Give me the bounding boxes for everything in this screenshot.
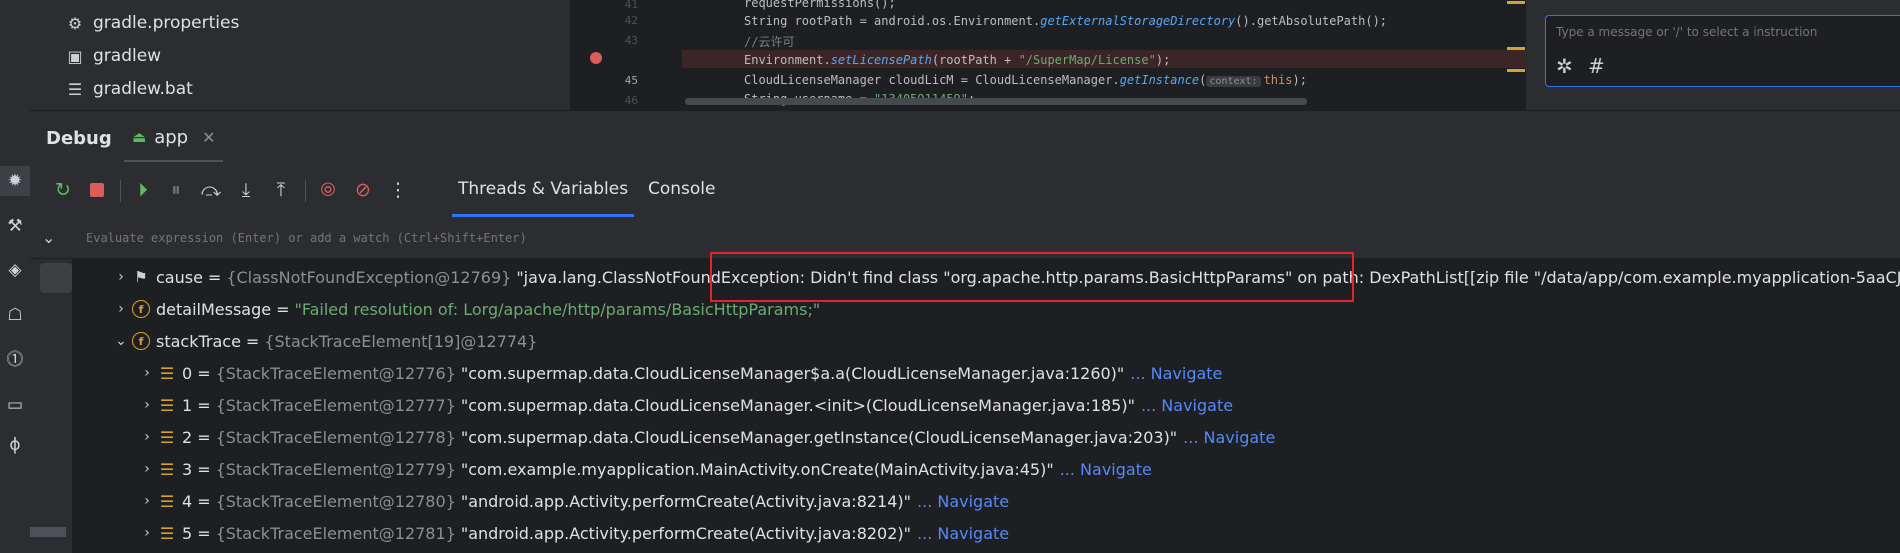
navigate-link[interactable]: ... Navigate [1060, 460, 1152, 479]
line-number: 46 [624, 94, 638, 107]
code-line-41: requestPermissions(); [744, 0, 896, 10]
navigate-link[interactable]: ... Navigate [1141, 396, 1233, 415]
left-tool-strip: ✹ ⚒ ◈ ☖ ⓵ ▭ ϕ [0, 0, 31, 553]
tree-item-gradlew[interactable]: ▣ gradlew [65, 41, 161, 71]
code-line-44: Environment.setLicensePath(rootPath + "/… [744, 53, 1171, 67]
git-icon[interactable]: ϕ [0, 430, 30, 460]
line-number: 43 [624, 34, 638, 47]
stacktrace-item[interactable]: › ☰ 3 = {StackTraceElement@12779} "com.e… [136, 453, 1152, 485]
chevron-right-icon[interactable]: › [136, 365, 158, 381]
text-lines-icon: ☰ [67, 79, 83, 99]
navigate-link[interactable]: ... Navigate [917, 492, 1009, 511]
mute-breakpoints-icon[interactable]: ⊘ [350, 177, 376, 203]
param-hint: context: [1206, 76, 1261, 87]
rerun-icon[interactable]: ↻ [50, 177, 76, 203]
step-over-icon[interactable]: ⤼ [198, 177, 224, 203]
line-number: 42 [624, 14, 638, 27]
debug-tool-window-header [30, 110, 1900, 163]
chevron-right-icon[interactable]: › [136, 493, 158, 509]
frames-column [30, 259, 72, 553]
chevron-right-icon[interactable]: › [110, 269, 132, 285]
resume-icon[interactable]: ⏵ [130, 177, 156, 203]
tree-item-gradle-properties[interactable]: ⚙ gradle.properties [65, 8, 240, 38]
variable-row-stacktrace[interactable]: ⌄ f stackTrace = {StackTraceElement[19]@… [110, 325, 542, 357]
pause-icon[interactable]: ⏸ [163, 177, 189, 203]
close-icon[interactable]: ✕ [202, 128, 215, 147]
android-icon: ⏏ [132, 128, 147, 146]
sparkle-icon[interactable]: ✲ [1556, 54, 1573, 78]
terminal-icon: ▣ [67, 46, 83, 66]
code-line-43: //云许可 [744, 35, 795, 49]
view-breakpoints-icon[interactable]: ⦾ [315, 177, 341, 203]
stop-icon [90, 183, 104, 197]
array-element-icon: ☰ [159, 395, 175, 415]
editor-horizontal-scrollbar[interactable] [685, 98, 1307, 105]
more-options-icon[interactable]: ⋮ [385, 177, 411, 203]
tab-console[interactable]: Console [642, 162, 722, 217]
tree-item-gradlew-bat[interactable]: ☰ gradlew.bat [65, 74, 193, 104]
debug-bug-icon[interactable]: ✹ [0, 166, 30, 196]
stacktrace-item[interactable]: › ☰ 0 = {StackTraceElement@12776} "com.s… [136, 357, 1222, 389]
step-out-icon[interactable]: ⤒ [268, 177, 294, 203]
chat-input-box[interactable]: ✲ # [1545, 15, 1900, 87]
toolbar-separator [305, 180, 306, 202]
evaluate-expression-input[interactable] [84, 230, 1288, 246]
session-tab-label: app [154, 126, 189, 148]
chat-input[interactable] [1554, 24, 1898, 40]
breakpoint-icon[interactable] [590, 52, 602, 64]
array-element-icon: ☰ [159, 363, 175, 383]
toolbar-separator [120, 180, 121, 202]
navigate-link[interactable]: ... Navigate [917, 524, 1009, 543]
tree-item-label: gradlew [93, 46, 162, 66]
field-icon: f [132, 332, 150, 350]
tree-item-label: gradle.properties [93, 13, 240, 33]
chevron-right-icon[interactable]: › [136, 429, 158, 445]
stacktrace-item[interactable]: › ☰ 1 = {StackTraceElement@12777} "com.s… [136, 389, 1233, 421]
warning-marker[interactable] [1507, 1, 1525, 4]
chevron-right-icon[interactable]: › [110, 301, 132, 317]
array-element-icon: ☰ [159, 427, 175, 447]
tab-threads-variables[interactable]: Threads & Variables [452, 162, 635, 217]
tree-item-label: gradlew.bat [93, 79, 193, 99]
array-element-icon: ☰ [159, 459, 175, 479]
chevron-down-icon[interactable]: ⌄ [110, 333, 132, 349]
debug-session-tab-app[interactable]: ⏏ app ✕ [124, 114, 224, 163]
problems-icon[interactable]: ⓵ [0, 345, 30, 375]
build-hammer-icon[interactable]: ⚒ [0, 211, 30, 241]
stacktrace-item[interactable]: › ☰ 2 = {StackTraceElement@12778} "com.s… [136, 421, 1275, 453]
frames-scrollbar[interactable] [30, 527, 66, 537]
line-number: 41 [624, 0, 638, 11]
terminal-icon[interactable]: ▭ [0, 390, 30, 420]
code-line-45: CloudLicenseManager cloudLicM = CloudLic… [744, 73, 1307, 87]
stacktrace-item[interactable]: › ☰ 4 = {StackTraceElement@12780} "andro… [136, 485, 1009, 517]
field-icon: f [132, 300, 150, 318]
stacktrace-item[interactable]: › ☰ 5 = {StackTraceElement@12781} "andro… [136, 517, 1009, 549]
flag-icon: ⚑ [134, 268, 148, 286]
hash-icon[interactable]: # [1588, 54, 1605, 78]
line-number: 45 [624, 74, 638, 87]
chevron-right-icon[interactable]: › [136, 525, 158, 541]
debug-title: Debug [46, 128, 112, 149]
warning-marker[interactable] [1507, 47, 1525, 50]
logcat-icon[interactable]: ☖ [0, 300, 30, 330]
debug-toolbar [30, 162, 1900, 221]
navigate-link[interactable]: ... Navigate [1183, 428, 1275, 447]
annotation-highlight-box [710, 252, 1354, 302]
selected-frame[interactable] [40, 263, 72, 293]
step-into-icon[interactable]: ⤓ [233, 177, 259, 203]
profiler-icon[interactable]: ◈ [0, 255, 30, 285]
array-element-icon: ☰ [159, 491, 175, 511]
chevron-right-icon[interactable]: › [136, 461, 158, 477]
chevron-down-icon[interactable]: ⌄ [42, 228, 55, 247]
gear-icon: ⚙ [67, 13, 83, 33]
warning-marker[interactable] [1507, 69, 1525, 72]
chevron-right-icon[interactable]: › [136, 397, 158, 413]
navigate-link[interactable]: ... Navigate [1130, 364, 1222, 383]
array-element-icon: ☰ [159, 523, 175, 543]
code-line-42: String rootPath = android.os.Environment… [744, 14, 1388, 28]
stop-button[interactable] [84, 177, 110, 203]
